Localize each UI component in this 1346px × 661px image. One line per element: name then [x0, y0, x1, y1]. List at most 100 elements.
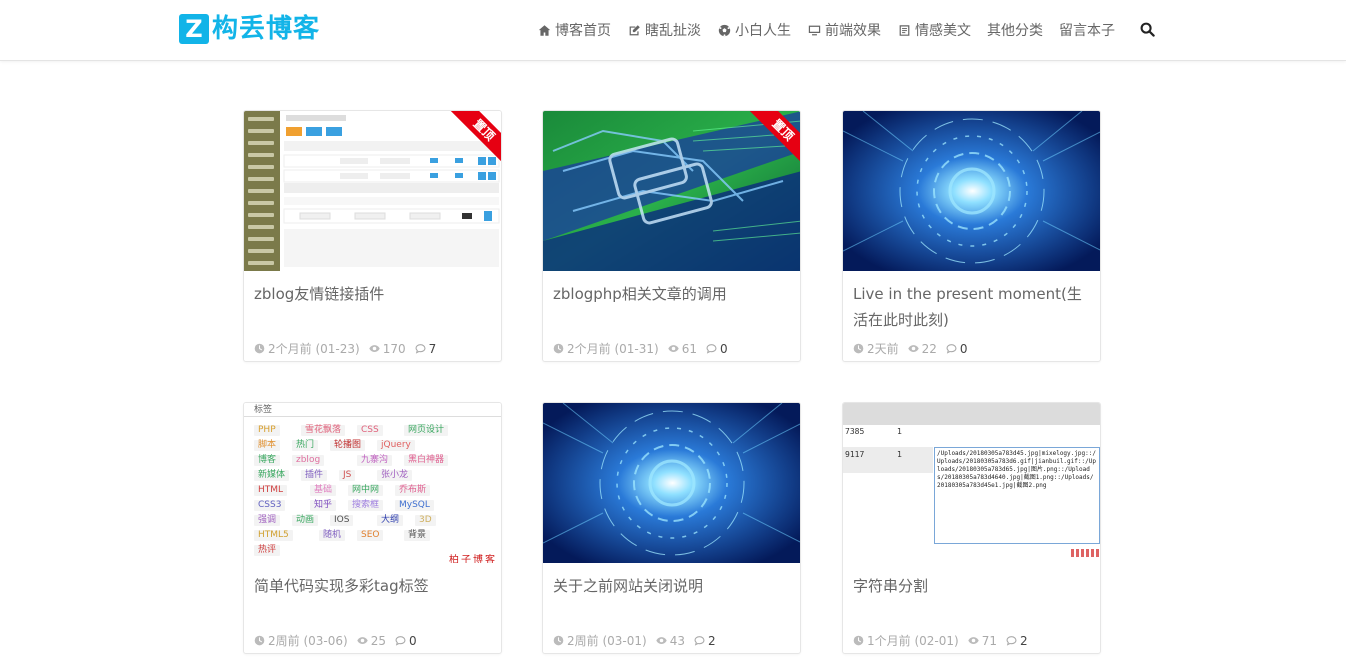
- post-card[interactable]: 置顶 zblogphp相关文章的调用 2个月前 (01-31) 61 0: [542, 110, 801, 362]
- tag-item: HTML5: [254, 530, 293, 541]
- tag-item: 九寨沟: [357, 455, 393, 466]
- tag-item: 乔布斯: [395, 485, 431, 496]
- post-views: 170: [369, 342, 406, 356]
- blue-tech-graphic: [543, 403, 800, 563]
- post-meta: 2周前 (03-01) 43 2: [553, 632, 725, 649]
- tag-item: jQuery: [377, 440, 415, 451]
- post-meta: 1个月前 (02-01) 71 2: [853, 632, 1037, 649]
- logo-text: 构丢博客: [212, 14, 321, 44]
- eye-icon: [357, 637, 368, 644]
- post-views: 22: [907, 342, 937, 356]
- tag-cloud-heading: 标签: [244, 403, 501, 417]
- tag-item: 张小龙: [377, 470, 413, 481]
- search-icon: [1140, 22, 1155, 37]
- nav-item-guestbook[interactable]: 留言本子: [1059, 20, 1115, 40]
- nav-item-home[interactable]: 博客首页: [537, 20, 611, 40]
- nav-item-label: 留言本子: [1059, 23, 1115, 39]
- post-thumbnail[interactable]: 置顶: [244, 111, 501, 271]
- post-thumbnail[interactable]: [843, 111, 1100, 271]
- home-icon: [537, 23, 551, 37]
- logo-mark: Z: [179, 14, 209, 44]
- code-screenshot-graphic: 7385 1 9117 1 /Uploads/20180305a783d45.j…: [843, 403, 1100, 563]
- tag-item: 随机: [319, 530, 346, 541]
- tag-item: 动画: [292, 515, 319, 526]
- post-card[interactable]: Live in the present moment(生活在此时此刻) 2天前 …: [842, 110, 1101, 362]
- nav-item-label: 博客首页: [555, 23, 611, 39]
- tag-item: 网中网: [348, 485, 384, 496]
- clock-icon: [553, 343, 564, 354]
- post-title[interactable]: 关于之前网站关闭说明: [553, 573, 793, 599]
- comment-icon: [1006, 636, 1017, 646]
- post-title[interactable]: zblog友情链接插件: [254, 281, 494, 307]
- post-date: 2个月前 (01-23): [254, 340, 360, 357]
- watermark-graphic: [1071, 549, 1099, 557]
- nav-item-life[interactable]: 小白人生: [717, 20, 791, 40]
- post-card[interactable]: 7385 1 9117 1 /Uploads/20180305a783d45.j…: [842, 402, 1101, 654]
- nav-item-chat[interactable]: 瞎乱扯淡: [627, 20, 701, 40]
- post-thumbnail[interactable]: 置顶: [543, 111, 800, 271]
- tag-item: 脚本: [254, 440, 281, 451]
- nav-item-label: 前端效果: [825, 23, 881, 39]
- post-comments: 2: [694, 634, 716, 648]
- post-comments: 7: [415, 342, 436, 356]
- post-title[interactable]: 简单代码实现多彩tag标签: [254, 573, 494, 599]
- comment-icon: [694, 636, 705, 646]
- post-meta: 2周前 (03-06) 25 0: [254, 632, 426, 649]
- post-thumbnail[interactable]: 标签 柏子博客 PHP 雪花飘落 CSS 网页设计 脚本 热门 轮播图 jQuery 博客 zbl…: [244, 403, 501, 563]
- comment-icon: [395, 636, 406, 646]
- post-date: 2天前: [853, 340, 899, 357]
- clock-icon: [553, 635, 564, 646]
- post-date: 2周前 (03-06): [254, 632, 348, 649]
- nav-item-label: 其他分类: [987, 23, 1043, 39]
- tag-watermark: 柏子博客: [449, 555, 497, 563]
- tag-item: 3D: [415, 515, 436, 526]
- clock-icon: [254, 343, 265, 354]
- tag-item: CSS3: [254, 500, 286, 511]
- soccer-ball-icon: [717, 23, 731, 37]
- post-card[interactable]: 置顶 zblog友情链接插件 2个月前 (01-23) 170 7: [243, 110, 502, 362]
- tag-item: JS: [339, 470, 356, 481]
- post-views: 25: [357, 634, 386, 648]
- post-title[interactable]: zblogphp相关文章的调用: [553, 281, 793, 307]
- nav-item-label: 瞎乱扯淡: [645, 23, 701, 39]
- post-meta: 2个月前 (01-23) 170 7: [254, 340, 445, 357]
- nav-item-frontend[interactable]: 前端效果: [807, 20, 881, 40]
- eye-icon: [656, 637, 667, 644]
- admin-sidebar-graphic: [244, 111, 280, 271]
- post-title[interactable]: 字符串分割: [853, 573, 1093, 599]
- tag-item: 热评: [254, 545, 281, 556]
- post-comments: 0: [706, 342, 728, 356]
- tag-item: 黑白神器: [404, 455, 449, 466]
- comment-icon: [706, 344, 717, 354]
- nav-item-label: 小白人生: [735, 23, 791, 39]
- post-card[interactable]: 关于之前网站关闭说明 2周前 (03-01) 43 2: [542, 402, 801, 654]
- search-button[interactable]: [1140, 22, 1156, 38]
- post-thumbnail[interactable]: [543, 403, 800, 563]
- post-card[interactable]: 标签 柏子博客 PHP 雪花飘落 CSS 网页设计 脚本 热门 轮播图 jQuery 博客 zbl…: [243, 402, 502, 654]
- tag-item: 新媒体: [254, 470, 290, 481]
- tag-item: zblog: [292, 455, 325, 466]
- nav-item-essays[interactable]: 情感美文: [897, 20, 971, 40]
- blue-tech-graphic: [843, 111, 1100, 271]
- post-comments: 2: [1006, 634, 1028, 648]
- post-comments: 0: [395, 634, 417, 648]
- code-textarea: /Uploads/20180305a783d45.jpg|mixelogy.jp…: [934, 447, 1100, 544]
- eye-icon: [369, 345, 380, 352]
- tag-item: 强调: [254, 515, 281, 526]
- post-views: 61: [668, 342, 697, 356]
- post-title[interactable]: Live in the present moment(生活在此时此刻): [853, 281, 1093, 333]
- tag-item: 博客: [254, 455, 281, 466]
- tag-item: 轮播图: [330, 440, 366, 451]
- comment-icon: [946, 344, 957, 354]
- monitor-icon: [807, 23, 821, 37]
- edit-icon: [627, 23, 641, 37]
- comment-icon: [415, 344, 426, 354]
- site-header: Z 构丢博客 博客首页 瞎乱扯淡 小白人生 前端效果 情感美文 其他分类 留言本…: [0, 0, 1346, 61]
- site-logo[interactable]: Z 构丢博客: [179, 13, 320, 45]
- tag-item: CSS: [357, 425, 383, 436]
- nav-item-other[interactable]: 其他分类: [987, 20, 1043, 40]
- clock-icon: [853, 635, 864, 646]
- post-comments: 0: [946, 342, 968, 356]
- tag-item: SEO: [357, 530, 384, 541]
- post-thumbnail[interactable]: 7385 1 9117 1 /Uploads/20180305a783d45.j…: [843, 403, 1100, 563]
